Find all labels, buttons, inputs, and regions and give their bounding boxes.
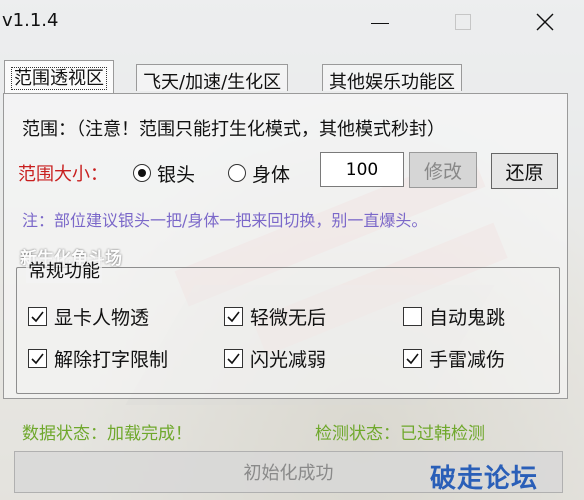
range-value-input[interactable] [320,152,404,187]
detect-status: 检测状态：已过韩检测 [315,424,485,444]
title-bar: v1.1.4 [0,0,584,44]
radio-label: 身体 [252,163,291,186]
radio-label: 银头 [157,163,196,186]
tab-other-fun[interactable]: 其他娱乐功能区 [322,64,462,93]
tab-fly-speed[interactable]: 飞天/加速/生化区 [136,64,289,93]
radio-head[interactable]: 银头 [133,160,195,186]
data-status: 数据状态：加载完成！ [22,424,192,444]
checkbox-label: 解除打字限制 [54,348,169,371]
window-title: v1.1.4 [2,10,59,31]
checkbox-label: 手雷减伤 [429,348,506,371]
checkbox-gpu-esp[interactable]: 显卡人物透 [28,303,149,329]
checkbox-label: 轻微无后 [250,306,327,329]
checkbox-grenade-damage-reduce[interactable]: 手雷减伤 [403,345,505,371]
group-title: 常规功能 [26,257,102,283]
tab-label: 范围透视区 [11,67,107,90]
usage-tip: 注：部位建议银头一把/身体一把来回切换，别一直爆头。 [22,211,428,230]
radio-unselected-icon [228,164,246,182]
maximize-button[interactable] [440,6,486,38]
range-size-label: 范围大小： [18,164,108,185]
tab-label: 其他娱乐功能区 [329,72,455,93]
restore-button[interactable]: 还原 [491,153,558,189]
minimize-button[interactable] [357,6,403,38]
range-notice: 范围：（注意！范围只能打生化模式，其他模式秒封） [22,119,445,140]
tab-range-esp[interactable]: 范围透视区 [4,60,114,94]
checkbox-unchecked-icon [403,306,422,326]
close-button[interactable] [522,6,568,38]
checkbox-checked-icon [224,348,243,368]
checkbox-label: 显卡人物透 [54,306,150,329]
radio-body[interactable]: 身体 [228,160,290,186]
close-icon [536,13,554,31]
checkbox-label: 自动鬼跳 [429,306,506,329]
checkbox-checked-icon [28,348,47,368]
checkbox-remove-typing-limit[interactable]: 解除打字限制 [28,345,168,371]
checkbox-auto-ghost-jump[interactable]: 自动鬼跳 [403,303,505,329]
modify-button[interactable]: 修改 [409,152,477,188]
forum-watermark: 破走论坛 [430,464,539,494]
checkbox-label: 闪光减弱 [250,348,327,371]
checkbox-checked-icon [224,306,243,326]
checkbox-low-recoil[interactable]: 轻微无后 [224,303,326,329]
tab-label: 飞天/加速/生化区 [143,72,282,93]
general-features-group [16,267,560,394]
checkbox-checked-icon [28,306,47,326]
checkbox-checked-icon [403,348,422,368]
radio-selected-icon [133,164,151,182]
checkbox-flash-reduce[interactable]: 闪光减弱 [224,345,326,371]
